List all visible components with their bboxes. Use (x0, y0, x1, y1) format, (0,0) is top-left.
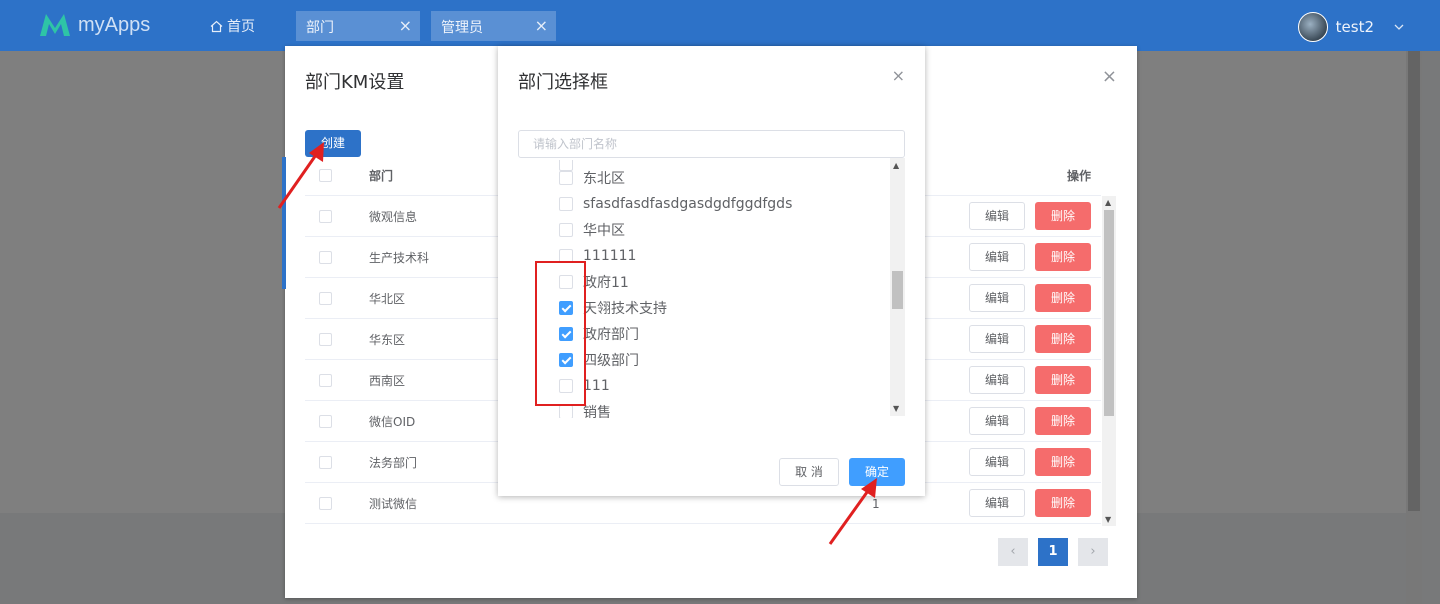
next-page-button[interactable]: › (1078, 538, 1108, 566)
dept-name: 华东区 (369, 332, 406, 347)
dept-name: 微信OID (369, 414, 416, 429)
delete-button[interactable]: 删除 (1035, 284, 1091, 312)
node-label: 四级部门 (583, 353, 639, 369)
delete-button[interactable]: 删除 (1035, 325, 1091, 353)
node-checkbox[interactable] (559, 223, 573, 237)
dept-name: 西南区 (369, 373, 406, 388)
edit-button[interactable]: 编辑 (969, 489, 1025, 517)
row-checkbox[interactable] (319, 332, 332, 346)
node-label: 华中区 (583, 223, 625, 239)
edit-button[interactable]: 编辑 (969, 448, 1025, 476)
delete-button[interactable]: 删除 (1035, 202, 1091, 230)
tree-scrollbar[interactable]: ▲ ▼ (890, 158, 905, 416)
annotation-highlight-box (535, 261, 586, 406)
tab-admin[interactable]: 管理员 × (431, 11, 556, 41)
node-label: 政府部门 (583, 327, 639, 343)
user-name: test2 (1335, 18, 1374, 36)
close-icon[interactable]: × (535, 16, 548, 35)
node-label: 东北区 (583, 171, 625, 187)
edit-button[interactable]: 编辑 (969, 407, 1025, 435)
page-number[interactable]: 1 (1038, 538, 1068, 566)
dialog-title: 部门KM设置 (305, 72, 405, 93)
column-header-dept: 部门 (369, 169, 394, 183)
tree-node[interactable]: 华中区 (559, 217, 625, 243)
node-label: 政府11 (583, 275, 629, 291)
scroll-down-icon[interactable]: ▼ (1105, 515, 1111, 524)
scrollbar-thumb[interactable] (1104, 210, 1114, 416)
scroll-up-icon[interactable]: ▲ (893, 161, 899, 170)
node-checkbox[interactable] (559, 405, 573, 418)
node-label: sfasdfasdfasdgasdgdfggdfgds (583, 196, 793, 212)
prev-page-button[interactable]: ‹ (998, 538, 1028, 566)
row-checkbox[interactable] (319, 455, 332, 469)
delete-button[interactable]: 删除 (1035, 407, 1091, 435)
close-icon[interactable]: × (399, 16, 412, 35)
app-name: myApps (78, 13, 151, 36)
tab-department[interactable]: 部门 × (296, 11, 420, 41)
row-checkbox[interactable] (319, 414, 332, 428)
column-header-ops: 操作 (1066, 169, 1091, 183)
dialog-title: 部门选择框 (518, 72, 608, 93)
delete-button[interactable]: 删除 (1035, 489, 1091, 517)
node-label: 天翎技术支持 (583, 301, 667, 317)
node-checkbox[interactable] (559, 197, 573, 211)
dept-name: 测试微信 (369, 496, 418, 511)
dept-name: 华北区 (369, 291, 406, 306)
cancel-button[interactable]: 取 消 (779, 458, 839, 486)
row-checkbox[interactable] (319, 291, 332, 305)
home-icon (210, 20, 223, 32)
confirm-button[interactable]: 确定 (849, 458, 905, 486)
select-all-checkbox[interactable] (319, 169, 332, 182)
row-partial-value: 1 (872, 497, 880, 511)
row-checkbox[interactable] (319, 496, 332, 510)
node-label: 销售 (583, 405, 611, 418)
home-link[interactable]: 首页 (210, 16, 255, 36)
create-button[interactable]: 创建 (305, 130, 361, 157)
top-bar: myApps 首页 部门 × 管理员 × test2 (0, 0, 1440, 51)
avatar (1297, 12, 1328, 42)
row-checkbox[interactable] (319, 373, 332, 387)
edit-button[interactable]: 编辑 (969, 366, 1025, 394)
edit-button[interactable]: 编辑 (969, 284, 1025, 312)
node-checkbox[interactable] (559, 171, 573, 185)
delete-button[interactable]: 删除 (1035, 366, 1091, 394)
tree-node[interactable]: 东北区 (559, 165, 625, 191)
row-checkbox[interactable] (319, 209, 332, 223)
scroll-down-icon[interactable]: ▼ (893, 404, 899, 413)
app-logo[interactable]: myApps (38, 10, 150, 40)
dept-name: 微观信息 (369, 209, 418, 224)
dept-name: 法务部门 (369, 455, 418, 470)
logo-icon (40, 14, 70, 36)
delete-button[interactable]: 删除 (1035, 448, 1091, 476)
close-icon[interactable]: × (1102, 66, 1117, 87)
node-label: 111111 (583, 248, 637, 264)
node-label: 111 (583, 378, 610, 394)
delete-button[interactable]: 删除 (1035, 243, 1091, 271)
row-checkbox[interactable] (319, 250, 332, 264)
tree-node[interactable]: sfasdfasdfasdgasdgdfggdfgds (559, 191, 792, 217)
close-icon[interactable]: × (892, 66, 905, 85)
table-scrollbar[interactable]: ▲ ▼ (1102, 196, 1116, 526)
user-menu[interactable]: test2 (1297, 12, 1404, 42)
tab-label: 部门 (306, 20, 334, 36)
department-search-input[interactable] (518, 130, 905, 158)
chevron-down-icon (1394, 24, 1404, 30)
active-row-indicator (282, 157, 286, 289)
edit-button[interactable]: 编辑 (969, 243, 1025, 271)
scrollbar-thumb[interactable] (892, 271, 903, 309)
dept-name: 生产技术科 (369, 250, 430, 265)
home-label: 首页 (227, 19, 255, 35)
edit-button[interactable]: 编辑 (969, 202, 1025, 230)
tab-label: 管理员 (441, 20, 483, 36)
edit-button[interactable]: 编辑 (969, 325, 1025, 353)
scroll-up-icon[interactable]: ▲ (1105, 198, 1111, 207)
